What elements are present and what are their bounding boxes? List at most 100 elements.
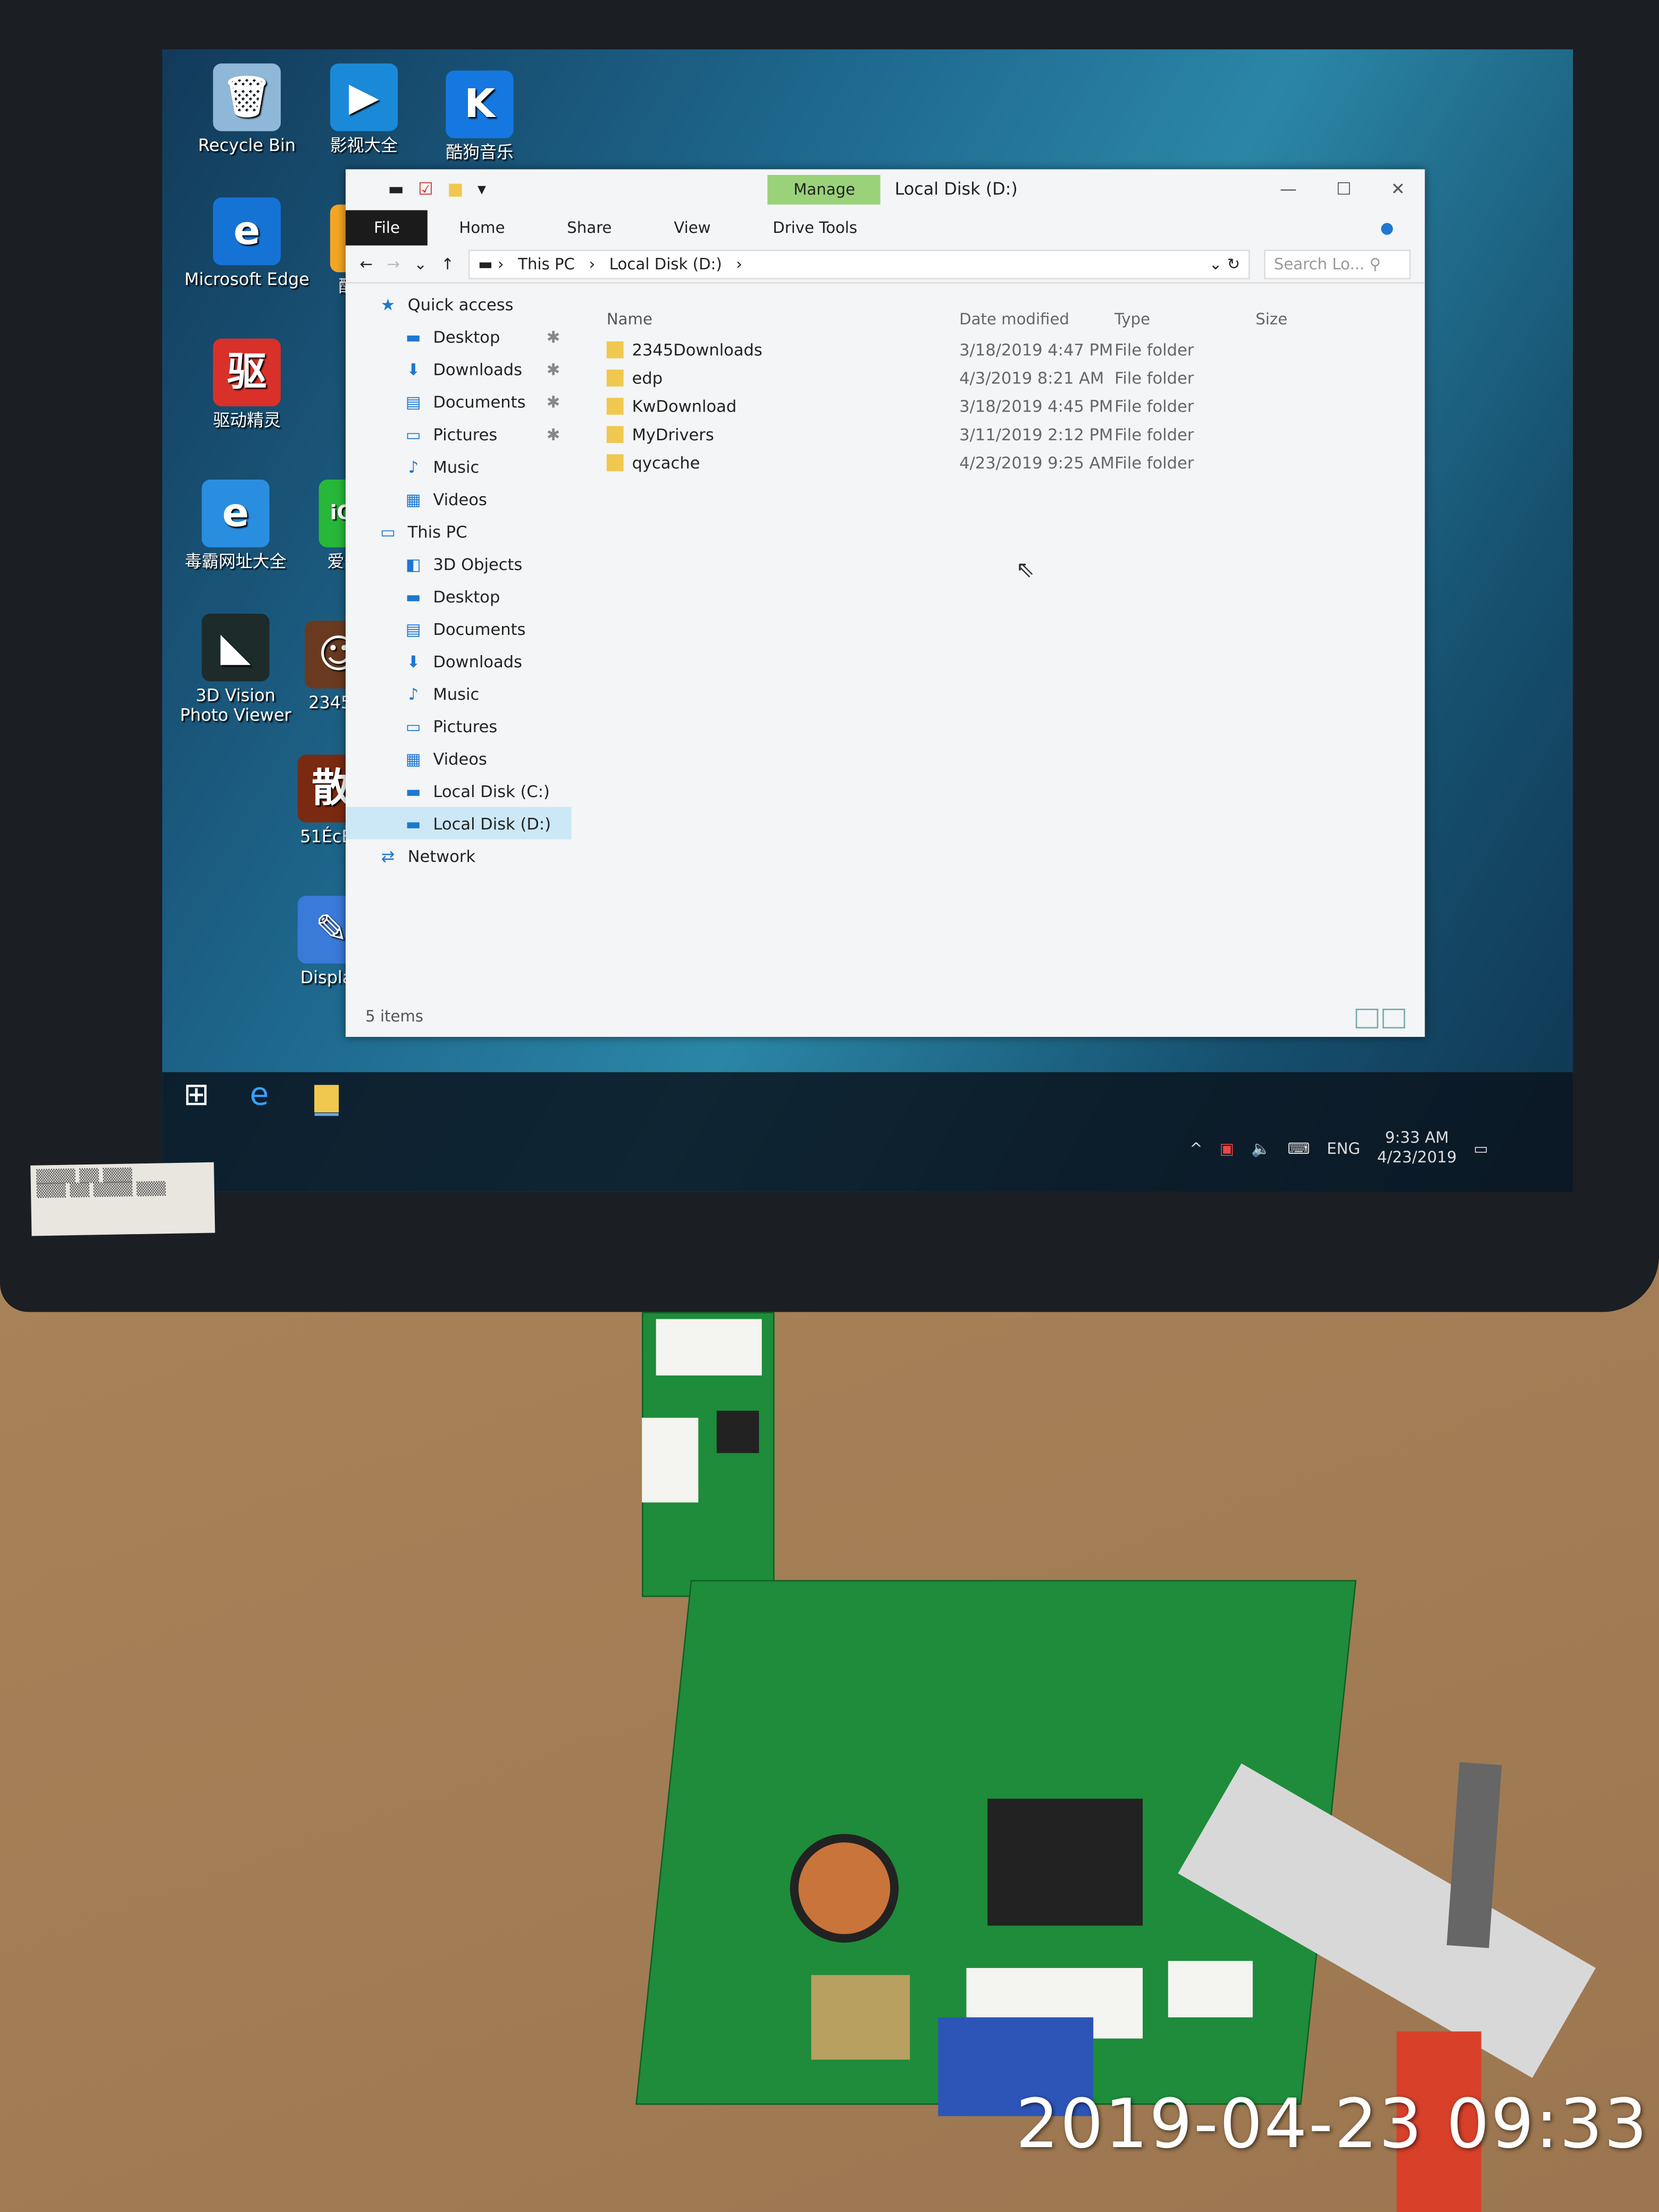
minimize-button[interactable]: —	[1280, 179, 1297, 199]
file-name: MyDrivers	[632, 424, 714, 445]
start-button-icon[interactable]: ⊞	[183, 1078, 210, 1113]
connector	[1168, 1960, 1253, 2017]
file-date: 3/18/2019 4:47 PM	[959, 340, 1113, 360]
nav-item[interactable]: ▬ Desktop ✱	[346, 320, 571, 353]
desktop-icon-item[interactable]: ▶ 影视大全	[300, 63, 428, 155]
documents-icon: ▤	[405, 618, 421, 639]
navigation-pane: ★ Quick access ▬ Desktop ✱ ⬇ Downloads ✱ ▤ Docume…	[346, 288, 572, 994]
desktop-icon-item[interactable]: 驱驱动精灵	[183, 338, 311, 430]
file-explorer-taskbar-icon[interactable]: ▆	[314, 1078, 339, 1116]
edge-taskbar-icon[interactable]: e	[250, 1078, 269, 1113]
folder-icon	[606, 454, 624, 472]
hdmi-port	[811, 1975, 910, 2060]
recent-locations-icon[interactable]: ⌄	[414, 255, 427, 273]
music-icon: ♪	[408, 456, 419, 476]
network-icon[interactable]: ▣	[1220, 1139, 1235, 1157]
file-row[interactable]: edp 4/3/2019 8:21 AM File folder	[606, 364, 1411, 392]
file-row[interactable]: qycache 4/23/2019 9:25 AM File folder	[606, 449, 1411, 477]
nav-item[interactable]: ▦ Videos	[346, 482, 571, 515]
drive-icon: ▬ ›	[478, 254, 504, 273]
close-button[interactable]: ✕	[1391, 179, 1405, 199]
nav-item[interactable]: ⬇ Downloads	[346, 644, 571, 677]
language-indicator[interactable]: ENG	[1327, 1139, 1360, 1157]
desktop-icon-item[interactable]: 🗑 Recycle Bin	[183, 63, 311, 155]
nav-item[interactable]: ♪ Music	[346, 450, 571, 482]
drive-icon: ▬	[405, 781, 421, 801]
nav-item-label: Pictures	[433, 716, 498, 736]
nav-item[interactable]: ♪ Music	[346, 677, 571, 709]
file-type: File folder	[1114, 340, 1194, 360]
address-bar[interactable]: ▬ › This PC › Local Disk (D:) › ⌄ ↻	[468, 249, 1250, 279]
nav-item[interactable]: ◧ 3D Objects	[346, 547, 571, 580]
new-folder-icon[interactable]: ■	[447, 179, 463, 199]
manage-tab[interactable]: Manage	[768, 174, 881, 204]
kugou-music-icon: K	[446, 70, 514, 139]
pin-icon: ✱	[546, 359, 560, 379]
nav-item[interactable]: ▦ Videos	[346, 742, 571, 775]
nav-item-label: Documents	[433, 618, 526, 639]
column-name[interactable]: Name	[607, 309, 959, 328]
videos-icon: ▦	[405, 748, 421, 768]
connector	[642, 1418, 699, 1503]
column-date-modified[interactable]: Date modified	[959, 309, 1115, 328]
file-row[interactable]: MyDrivers 3/11/2019 2:12 PM File folder	[606, 421, 1411, 449]
nav-item[interactable]: ▬ Local Disk (D:)	[346, 807, 572, 840]
3d-vision-icon: ◣	[202, 614, 270, 682]
nav-item[interactable]: ▬ Local Disk (C:)	[346, 775, 571, 807]
desktop-icon-item[interactable]: K 酷狗音乐	[416, 70, 543, 163]
refresh-icon[interactable]: ⌄ ↻	[1209, 255, 1240, 273]
nav-item-label: Local Disk (D:)	[433, 813, 551, 833]
nav-item[interactable]: ▭ Pictures	[346, 710, 571, 742]
nav-item[interactable]: ▬ Desktop	[346, 580, 571, 612]
nav-item-label: Music	[433, 456, 480, 476]
nav-item[interactable]: ⇄ Network	[346, 840, 571, 872]
nav-item[interactable]: ▤ Documents	[346, 612, 571, 644]
desktop-icon: ▬	[405, 326, 421, 347]
nav-item[interactable]: ⬇ Downloads ✱	[346, 353, 571, 385]
column-type[interactable]: Type	[1115, 309, 1255, 328]
column-size[interactable]: Size	[1255, 309, 1340, 328]
file-row[interactable]: 2345Downloads 3/18/2019 4:47 PM File folde…	[606, 336, 1411, 364]
details-view-button[interactable]	[1355, 1008, 1379, 1029]
tab-file[interactable]: File	[346, 209, 429, 245]
tab-drive-tools[interactable]: Drive Tools	[742, 218, 889, 236]
keyboard-icon[interactable]: ⌨	[1287, 1139, 1310, 1157]
download-icon: ⬇	[406, 651, 421, 671]
nav-item-label: Network	[407, 845, 476, 866]
documents-icon: ▤	[405, 391, 421, 412]
desktop-icon-label: 酷狗音乐	[446, 142, 514, 163]
nav-item[interactable]: ▭ Pictures ✱	[346, 417, 571, 450]
tab-share[interactable]: Share	[536, 218, 643, 236]
clock[interactable]: 9:33 AM 4/23/2019	[1377, 1128, 1457, 1168]
ie-icon: e	[202, 480, 270, 548]
music-icon: ♪	[408, 683, 419, 703]
pin-icon: ✱	[546, 391, 560, 412]
chevron-up-icon[interactable]: ^	[1189, 1139, 1202, 1157]
notifications-icon[interactable]: ▭	[1473, 1139, 1488, 1157]
desktop-icon: ▬	[405, 586, 421, 606]
customize-toolbar-icon[interactable]: ▾	[477, 179, 486, 199]
forward-button[interactable]: →	[387, 255, 400, 273]
help-icon[interactable]: ●	[1349, 218, 1425, 236]
tab-home[interactable]: Home	[428, 218, 536, 236]
column-headers: Name Date modified Type Size	[607, 302, 1411, 336]
desktop-icon-item[interactable]: e 毒霸网址大全	[172, 480, 299, 572]
recycle-bin-icon: 🗑	[213, 63, 281, 131]
breadcrumb-this-pc[interactable]: This PC	[518, 255, 575, 273]
file-row[interactable]: KwDownload 3/18/2019 4:45 PM File folder	[606, 392, 1411, 421]
volume-icon[interactable]: 🔈	[1251, 1139, 1270, 1157]
file-date: 3/18/2019 4:45 PM	[959, 396, 1113, 416]
breadcrumb-local-disk-d[interactable]: Local Disk (D:)	[609, 255, 722, 273]
search-input[interactable]: Search Lo... ⚲	[1264, 249, 1411, 279]
maximize-button[interactable]: ☐	[1336, 179, 1352, 199]
tab-view[interactable]: View	[643, 218, 742, 236]
properties-icon[interactable]: ☑	[418, 179, 433, 199]
nav-item[interactable]: ▤ Documents ✱	[346, 385, 571, 417]
up-button[interactable]: ↑	[441, 255, 454, 273]
back-button[interactable]: ←	[360, 255, 373, 273]
desktop-icon-item[interactable]: e Microsoft Edge	[183, 197, 311, 289]
nav-item[interactable]: ▭ This PC	[346, 515, 571, 547]
star-icon: ★	[380, 294, 396, 314]
nav-item[interactable]: ★ Quick access	[346, 288, 571, 320]
large-icons-view-button[interactable]	[1382, 1008, 1405, 1029]
